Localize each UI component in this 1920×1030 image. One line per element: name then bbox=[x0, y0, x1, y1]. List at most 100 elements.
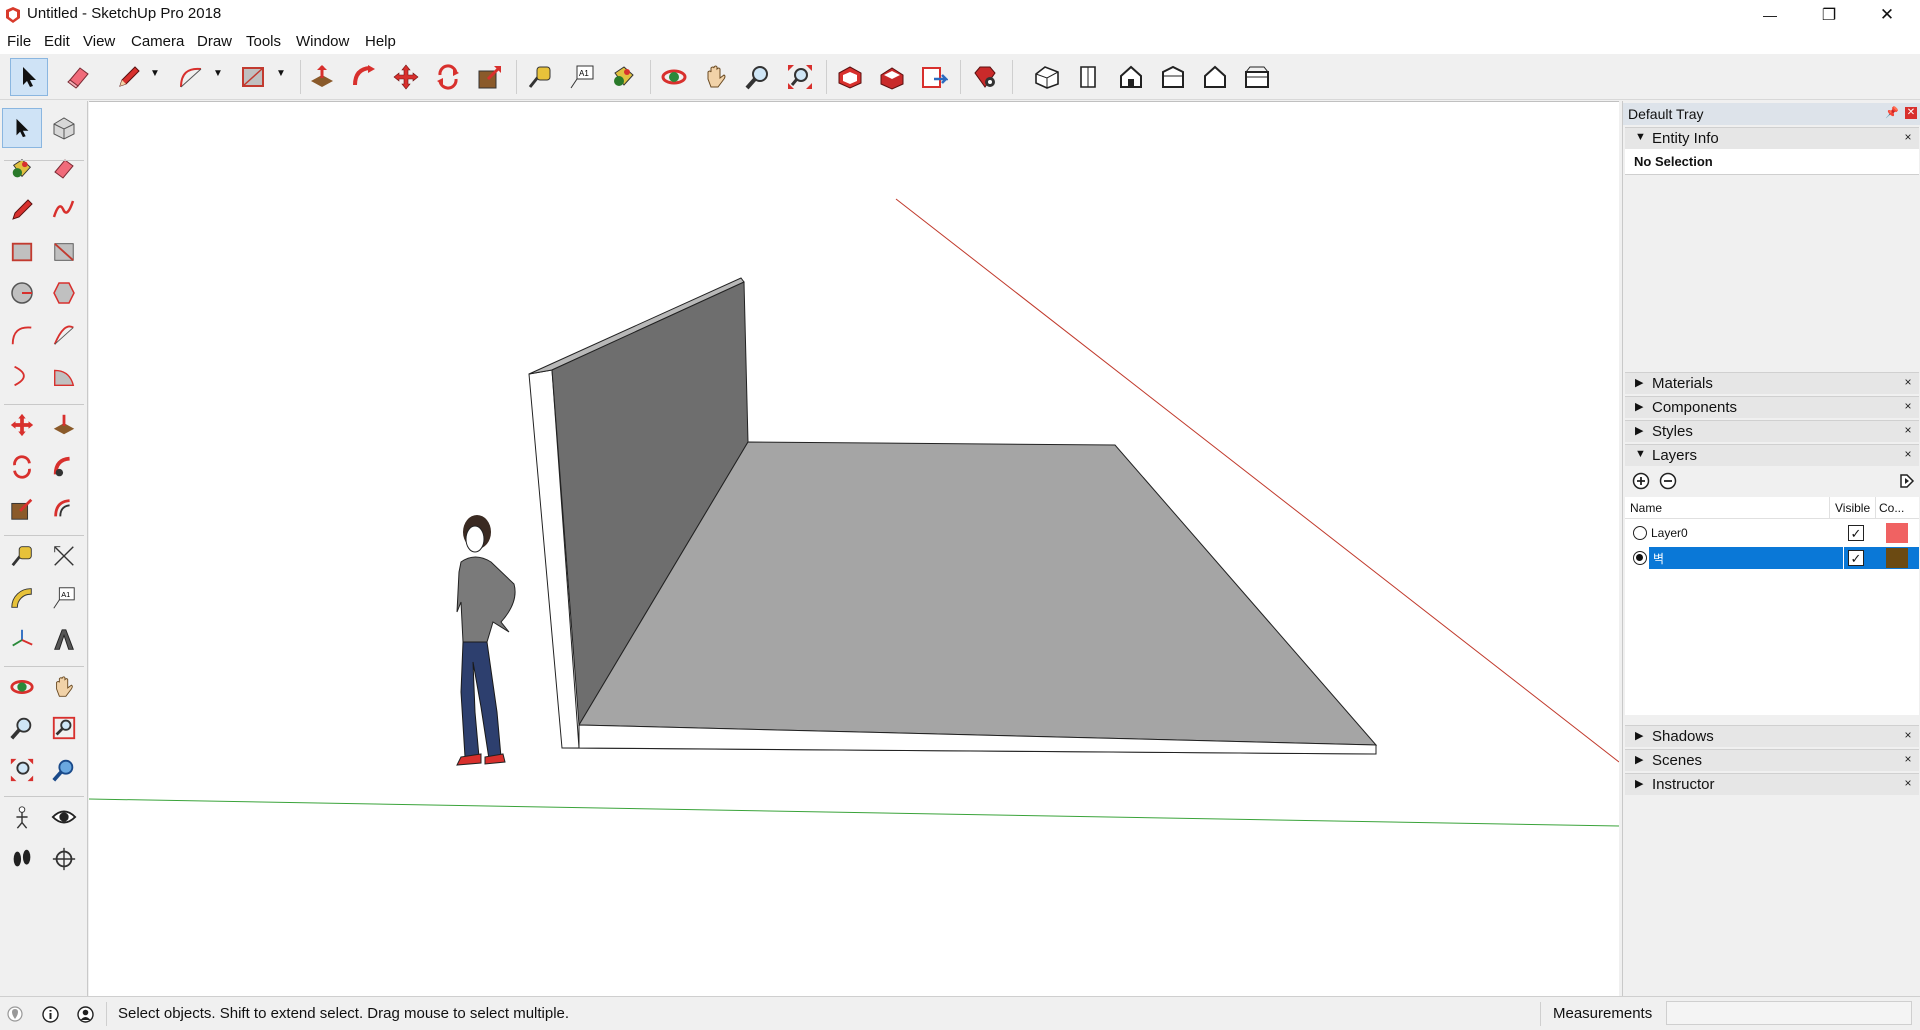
left-select-button[interactable] bbox=[2, 108, 42, 148]
left-line-button[interactable] bbox=[2, 190, 42, 230]
scale-figure[interactable] bbox=[456, 515, 516, 766]
column-name[interactable]: Name bbox=[1630, 501, 1662, 515]
select-tool-button[interactable] bbox=[10, 58, 48, 96]
iso-view-button[interactable] bbox=[1028, 58, 1066, 96]
left-pan-button[interactable] bbox=[44, 667, 84, 707]
left-offset-button[interactable] bbox=[44, 489, 84, 529]
left-view-button[interactable] bbox=[1238, 58, 1276, 96]
menu-view[interactable]: View bbox=[83, 33, 115, 50]
left-arc-button[interactable] bbox=[2, 315, 42, 355]
maximize-button[interactable]: ❐ bbox=[1800, 0, 1858, 30]
push-pull-tool-button[interactable] bbox=[303, 58, 341, 96]
move-tool-button[interactable] bbox=[387, 58, 425, 96]
layers-panel-header[interactable]: ▼ Layers × bbox=[1625, 444, 1919, 466]
extension-manager-button[interactable] bbox=[966, 58, 1004, 96]
left-rotated-rectangle-button[interactable] bbox=[44, 232, 84, 272]
right-view-button[interactable] bbox=[1154, 58, 1192, 96]
delete-layer-icon[interactable] bbox=[1659, 472, 1677, 490]
layer-visible-checkbox[interactable]: ✓ bbox=[1848, 550, 1864, 566]
left-pie-button[interactable] bbox=[44, 356, 84, 396]
instructor-close-icon[interactable]: × bbox=[1901, 777, 1915, 791]
arc-tool-button[interactable] bbox=[172, 58, 210, 96]
model-canvas[interactable] bbox=[88, 102, 1620, 997]
instructor-panel-header[interactable]: ▶ Instructor × bbox=[1625, 773, 1919, 795]
styles-panel-header[interactable]: ▶ Styles × bbox=[1625, 420, 1919, 442]
menu-help[interactable]: Help bbox=[365, 33, 396, 50]
left-axes-button[interactable] bbox=[2, 620, 42, 660]
paint-bucket-tool-button[interactable] bbox=[605, 58, 643, 96]
text-tool-button[interactable]: A1 bbox=[563, 58, 601, 96]
left-polygon-button[interactable] bbox=[44, 273, 84, 313]
shadows-panel-header[interactable]: ▶ Shadows × bbox=[1625, 725, 1919, 747]
rotate-tool-button[interactable] bbox=[429, 58, 467, 96]
3d-warehouse-button[interactable] bbox=[831, 58, 869, 96]
layer-color-swatch[interactable] bbox=[1886, 548, 1908, 568]
left-tape-measure-button[interactable] bbox=[2, 536, 42, 576]
left-eraser-button[interactable] bbox=[44, 149, 84, 189]
account-icon[interactable] bbox=[77, 1006, 94, 1023]
zoom-extents-tool-button[interactable] bbox=[781, 58, 819, 96]
left-2pt-arc-button[interactable] bbox=[44, 315, 84, 355]
menu-draw[interactable]: Draw bbox=[197, 33, 232, 50]
left-orbit-button[interactable] bbox=[2, 667, 42, 707]
left-make-component-button[interactable] bbox=[44, 108, 84, 148]
close-button[interactable]: ✕ bbox=[1858, 0, 1916, 30]
measurements-input[interactable] bbox=[1666, 1001, 1912, 1025]
left-move-button[interactable] bbox=[2, 405, 42, 445]
rectangle-tool-button[interactable] bbox=[234, 58, 272, 96]
column-visible[interactable]: Visible bbox=[1835, 501, 1870, 515]
active-layer-radio[interactable] bbox=[1633, 551, 1647, 565]
menu-window[interactable]: Window bbox=[296, 33, 349, 50]
pencil-dropdown-icon[interactable]: ▼ bbox=[150, 68, 160, 79]
column-color[interactable]: Co... bbox=[1879, 501, 1904, 515]
components-panel-header[interactable]: ▶ Components × bbox=[1625, 396, 1919, 418]
left-3d-text-button[interactable] bbox=[44, 620, 84, 660]
scale-tool-button[interactable] bbox=[471, 58, 509, 96]
back-view-button[interactable] bbox=[1196, 58, 1234, 96]
left-look-around-button[interactable] bbox=[44, 797, 84, 837]
front-view-button[interactable] bbox=[1112, 58, 1150, 96]
left-previous-view-button[interactable] bbox=[44, 750, 84, 790]
components-close-icon[interactable]: × bbox=[1901, 400, 1915, 414]
menu-tools[interactable]: Tools bbox=[246, 33, 281, 50]
extension-warehouse-button[interactable] bbox=[873, 58, 911, 96]
pan-tool-button[interactable] bbox=[697, 58, 735, 96]
left-position-camera-button[interactable] bbox=[2, 797, 42, 837]
left-freehand-button[interactable] bbox=[44, 190, 84, 230]
pencil-tool-button[interactable] bbox=[110, 58, 148, 96]
layer-details-icon[interactable] bbox=[1897, 472, 1915, 490]
styles-close-icon[interactable]: × bbox=[1901, 424, 1915, 438]
modeling-viewport[interactable] bbox=[88, 101, 1620, 997]
scenes-panel-header[interactable]: ▶ Scenes × bbox=[1625, 749, 1919, 771]
layer-color-swatch[interactable] bbox=[1886, 523, 1908, 543]
materials-close-icon[interactable]: × bbox=[1901, 376, 1915, 390]
arc-dropdown-icon[interactable]: ▼ bbox=[213, 68, 223, 79]
tape-measure-tool-button[interactable] bbox=[521, 58, 559, 96]
left-text-button[interactable]: A1 bbox=[44, 578, 84, 618]
top-view-button[interactable] bbox=[1070, 58, 1108, 96]
zoom-tool-button[interactable] bbox=[739, 58, 777, 96]
materials-panel-header[interactable]: ▶ Materials × bbox=[1625, 372, 1919, 394]
menu-camera[interactable]: Camera bbox=[131, 33, 184, 50]
layer-name[interactable]: Layer0 bbox=[1651, 526, 1688, 540]
shadows-close-icon[interactable]: × bbox=[1901, 729, 1915, 743]
shape-dropdown-icon[interactable]: ▼ bbox=[276, 68, 286, 79]
add-layer-icon[interactable] bbox=[1632, 472, 1650, 490]
follow-me-tool-button[interactable] bbox=[345, 58, 383, 96]
menu-edit[interactable]: Edit bbox=[44, 33, 70, 50]
left-section-plane-button[interactable] bbox=[44, 839, 84, 879]
left-circle-button[interactable] bbox=[2, 273, 42, 313]
tray-close-icon[interactable]: ✕ bbox=[1905, 107, 1917, 119]
menu-file[interactable]: File bbox=[7, 33, 31, 50]
orbit-tool-button[interactable] bbox=[655, 58, 693, 96]
left-zoom-window-button[interactable] bbox=[44, 708, 84, 748]
left-walk-button[interactable] bbox=[2, 839, 42, 879]
left-push-pull-button[interactable] bbox=[44, 405, 84, 445]
left-scale-button[interactable] bbox=[2, 489, 42, 529]
left-3pt-arc-button[interactable] bbox=[2, 356, 42, 396]
left-zoom-button[interactable] bbox=[2, 708, 42, 748]
layer-name[interactable]: 벽 bbox=[1653, 550, 1664, 567]
credits-info-icon[interactable] bbox=[42, 1006, 59, 1023]
eraser-tool-button[interactable] bbox=[60, 58, 98, 96]
pin-icon[interactable]: 📌 bbox=[1885, 106, 1899, 119]
